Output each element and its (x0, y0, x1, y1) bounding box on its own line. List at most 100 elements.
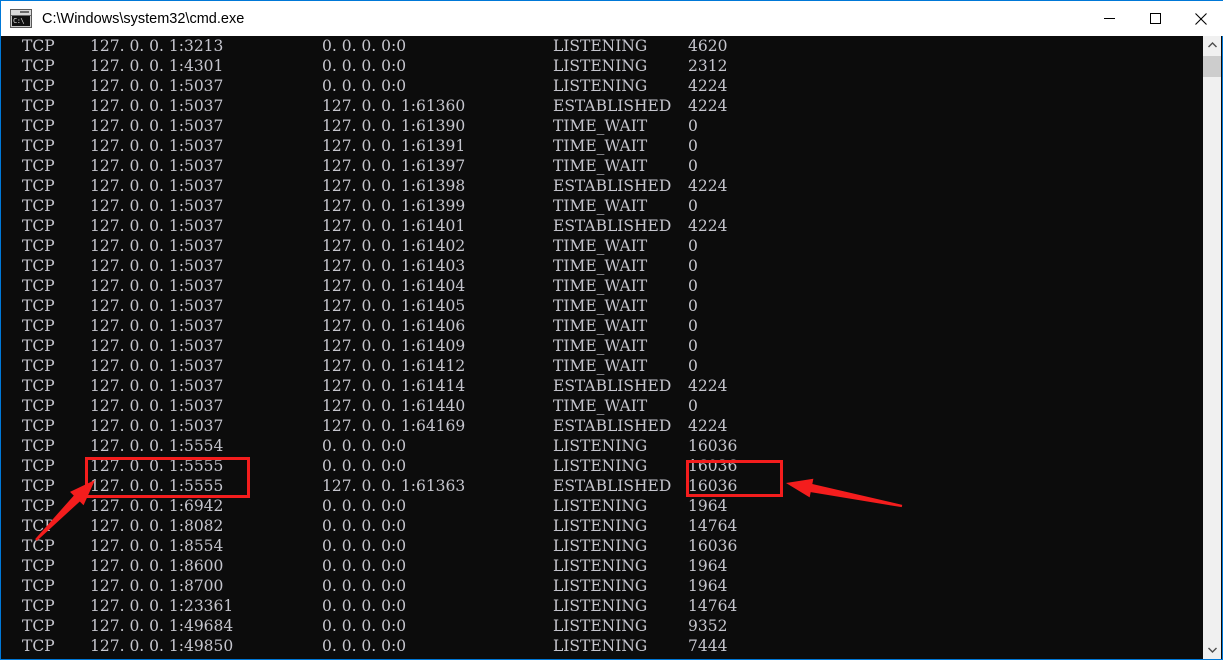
row-state: LISTENING (553, 37, 648, 55)
row-foreign-address: 0. 0. 0. 0:0 (322, 497, 407, 515)
row-state: TIME_WAIT (553, 197, 648, 215)
row-local-address: 127. 0. 0. 1:4301 (90, 57, 224, 75)
scrollbar-thumb[interactable] (1203, 56, 1221, 77)
netstat-row: TCP 127. 0. 0. 1:5037 127. 0. 0. 1:61397 TI… (2, 156, 1205, 176)
row-foreign-address: 127. 0. 0. 1:61414 (322, 377, 466, 395)
row-local-address: 127. 0. 0. 1:5037 (90, 237, 224, 255)
row-state: TIME_WAIT (553, 237, 648, 255)
row-proto: TCP (22, 517, 55, 535)
row-state: LISTENING (553, 577, 648, 595)
row-proto: TCP (22, 317, 55, 335)
netstat-row: TCP 127. 0. 0. 1:5037 127. 0. 0. 1:61404 TI… (2, 276, 1205, 296)
row-foreign-address: 0. 0. 0. 0:0 (322, 617, 407, 635)
row-local-address: 127. 0. 0. 1:5037 (90, 77, 224, 95)
close-button[interactable] (1178, 1, 1223, 37)
row-pid: 16036 (688, 437, 738, 455)
row-state: LISTENING (553, 537, 648, 555)
netstat-row: TCP 127. 0. 0. 1:5037 127. 0. 0. 1:64169 ES… (2, 416, 1205, 436)
row-local-address: 127. 0. 0. 1:5037 (90, 377, 224, 395)
row-pid: 2312 (688, 57, 728, 75)
vertical-scrollbar[interactable] (1203, 36, 1221, 659)
minimize-button[interactable] (1086, 1, 1132, 37)
row-proto: TCP (22, 257, 55, 275)
netstat-row: TCP 127. 0. 0. 1:5555 127. 0. 0. 1:61363 ES… (2, 476, 1205, 496)
row-foreign-address: 0. 0. 0. 0:0 (322, 57, 407, 75)
row-proto: TCP (22, 557, 55, 575)
row-foreign-address: 127. 0. 0. 1:61391 (322, 137, 466, 155)
row-pid: 0 (688, 277, 698, 295)
row-proto: TCP (22, 377, 55, 395)
netstat-row: TCP 127. 0. 0. 1:5555 0. 0. 0. 0:0 LISTENIN… (2, 456, 1205, 476)
row-local-address: 127. 0. 0. 1:5555 (90, 457, 224, 475)
row-pid: 0 (688, 317, 698, 335)
row-state: LISTENING (553, 517, 648, 535)
row-local-address: 127. 0. 0. 1:5037 (90, 197, 224, 215)
row-pid: 14764 (688, 597, 738, 615)
row-proto: TCP (22, 217, 55, 235)
row-proto: TCP (22, 57, 55, 75)
row-proto: TCP (22, 577, 55, 595)
maximize-button[interactable] (1132, 1, 1178, 37)
row-pid: 0 (688, 257, 698, 275)
row-state: TIME_WAIT (553, 397, 648, 415)
row-pid: 7444 (688, 637, 728, 655)
row-foreign-address: 0. 0. 0. 0:0 (322, 597, 407, 615)
netstat-row: TCP 127. 0. 0. 1:5037 127. 0. 0. 1:61403 TI… (2, 256, 1205, 276)
close-icon (1195, 12, 1207, 25)
row-proto: TCP (22, 297, 55, 315)
row-foreign-address: 127. 0. 0. 1:61360 (322, 97, 466, 115)
netstat-row: TCP 127. 0. 0. 1:5037 127. 0. 0. 1:61401 ES… (2, 216, 1205, 236)
row-pid: 1964 (688, 557, 728, 575)
row-foreign-address: 0. 0. 0. 0:0 (322, 557, 407, 575)
row-pid: 4620 (688, 37, 728, 55)
row-state: ESTABLISHED (553, 417, 672, 435)
row-proto: TCP (22, 37, 55, 55)
netstat-row: TCP 127. 0. 0. 1:5037 127. 0. 0. 1:61402 TI… (2, 236, 1205, 256)
row-state: TIME_WAIT (553, 117, 648, 135)
row-pid: 0 (688, 117, 698, 135)
row-state: LISTENING (553, 597, 648, 615)
title-bar[interactable]: C:\ C:\Windows\system32\cmd.exe (1, 0, 1223, 36)
row-state: ESTABLISHED (553, 97, 672, 115)
row-state: LISTENING (553, 77, 648, 95)
netstat-row: TCP 127. 0. 0. 1:4301 0. 0. 0. 0:0 LISTENIN… (2, 56, 1205, 76)
row-pid: 0 (688, 137, 698, 155)
row-local-address: 127. 0. 0. 1:3213 (90, 37, 224, 55)
maximize-icon (1149, 13, 1161, 24)
netstat-row: TCP 127. 0. 0. 1:5037 127. 0. 0. 1:61440 TI… (2, 396, 1205, 416)
row-local-address: 127. 0. 0. 1:8700 (90, 577, 224, 595)
row-foreign-address: 127. 0. 0. 1:64169 (322, 417, 466, 435)
cmd-console-icon: C:\ (10, 9, 32, 28)
row-local-address: 127. 0. 0. 1:5037 (90, 357, 224, 375)
row-pid: 4224 (688, 377, 728, 395)
row-foreign-address: 127. 0. 0. 1:61398 (322, 177, 466, 195)
row-state: ESTABLISHED (553, 177, 672, 195)
row-local-address: 127. 0. 0. 1:5037 (90, 417, 224, 435)
console-output-area[interactable]: TCP 127. 0. 0. 1:3213 0. 0. 0. 0:0 LISTENIN… (2, 36, 1205, 659)
row-local-address: 127. 0. 0. 1:5555 (90, 477, 224, 495)
title-bar-left: C:\ C:\Windows\system32\cmd.exe (1, 9, 1086, 28)
netstat-row: TCP 127. 0. 0. 1:49850 0. 0. 0. 0:0 LISTENI… (2, 636, 1205, 656)
row-local-address: 127. 0. 0. 1:49684 (90, 617, 234, 635)
netstat-row: TCP 127. 0. 0. 1:6942 0. 0. 0. 0:0 LISTENIN… (2, 496, 1205, 516)
row-proto: TCP (22, 637, 55, 655)
row-foreign-address: 127. 0. 0. 1:61399 (322, 197, 466, 215)
scrollbar-up-button[interactable] (1203, 36, 1221, 54)
row-foreign-address: 127. 0. 0. 1:61363 (322, 477, 466, 495)
row-state: TIME_WAIT (553, 337, 648, 355)
scrollbar-down-button[interactable] (1203, 641, 1221, 659)
window-title: C:\Windows\system32\cmd.exe (42, 10, 245, 27)
row-proto: TCP (22, 157, 55, 175)
row-foreign-address: 0. 0. 0. 0:0 (322, 577, 407, 595)
netstat-row: TCP 127. 0. 0. 1:5554 0. 0. 0. 0:0 LISTENIN… (2, 436, 1205, 456)
row-local-address: 127. 0. 0. 1:8554 (90, 537, 224, 555)
row-proto: TCP (22, 357, 55, 375)
row-pid: 16036 (688, 537, 738, 555)
cmd-icon-screen: C:\ (12, 16, 30, 26)
window-controls (1086, 1, 1223, 37)
row-state: LISTENING (553, 617, 648, 635)
netstat-row: TCP 127. 0. 0. 1:5037 0. 0. 0. 0:0 LISTENIN… (2, 76, 1205, 96)
row-state: TIME_WAIT (553, 277, 648, 295)
row-proto: TCP (22, 137, 55, 155)
netstat-row: TCP 127. 0. 0. 1:23361 0. 0. 0. 0:0 LISTENI… (2, 596, 1205, 616)
